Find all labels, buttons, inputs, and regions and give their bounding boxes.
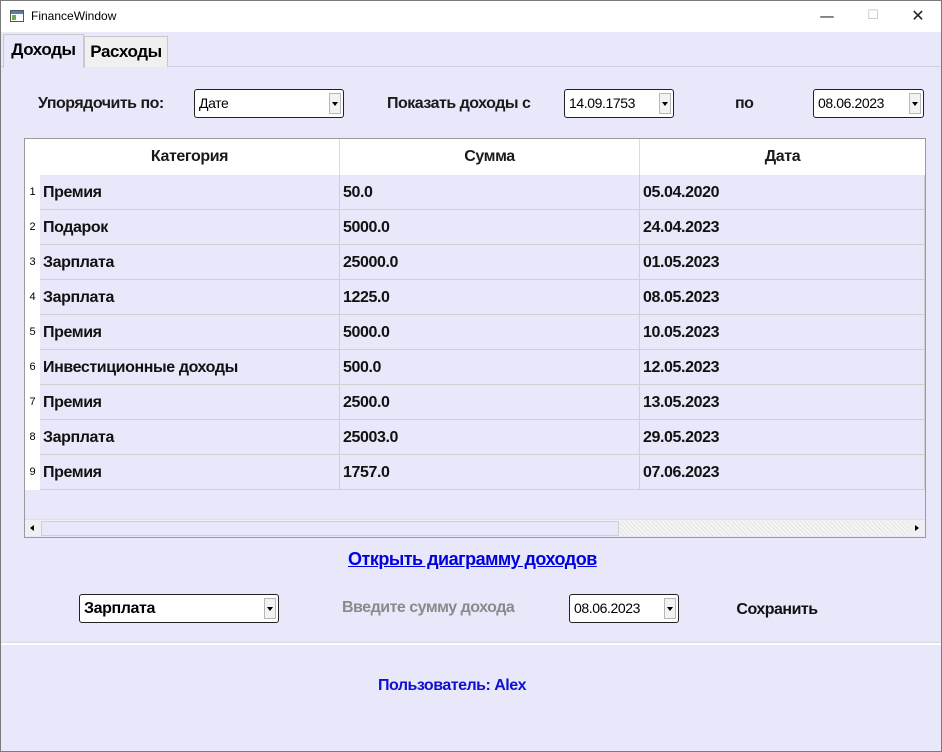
cell-date[interactable]: 24.04.2023 [640,210,925,245]
income-table[interactable]: Категория Сумма Дата 1 Премия 50.0 05.04… [24,138,926,538]
cell-category[interactable]: Зарплата [40,420,340,455]
category-select-value: Зарплата [84,600,155,617]
table-row[interactable]: 8 Зарплата 25003.0 29.05.2023 [25,420,925,455]
chevron-down-icon [659,93,671,114]
cell-amount[interactable]: 50.0 [340,175,640,210]
save-button[interactable]: Сохранить [729,597,825,623]
cell-category[interactable]: Инвестиционные доходы [40,350,340,385]
chevron-down-icon [664,598,676,619]
cell-category[interactable]: Премия [40,315,340,350]
sort-label: Упорядочить по: [38,95,164,112]
column-header-date[interactable]: Дата [640,139,925,175]
cell-date[interactable]: 01.05.2023 [640,245,925,280]
chevron-down-icon [909,93,921,114]
horizontal-scrollbar[interactable] [25,519,925,536]
row-number: 2 [25,210,40,245]
scrollbar-thumb[interactable] [41,521,619,536]
table-row[interactable]: 9 Премия 1757.0 07.06.2023 [25,455,925,490]
cell-category[interactable]: Подарок [40,210,340,245]
table-header: Категория Сумма Дата [40,139,925,175]
row-number: 5 [25,315,40,350]
cell-date[interactable]: 13.05.2023 [640,385,925,420]
table-corner [25,139,40,175]
date-to-picker[interactable]: 08.06.2023 [813,89,924,118]
open-income-chart-link[interactable]: Открыть диаграмму доходов [348,549,597,570]
cell-amount[interactable]: 1757.0 [340,455,640,490]
cell-amount[interactable]: 5000.0 [340,210,640,245]
cell-category[interactable]: Премия [40,385,340,420]
cell-amount[interactable]: 1225.0 [340,280,640,315]
row-number: 3 [25,245,40,280]
scrollbar-track[interactable] [619,521,909,536]
cell-category[interactable]: Премия [40,175,340,210]
row-number: 6 [25,350,40,385]
table-row[interactable]: 6 Инвестиционные доходы 500.0 12.05.2023 [25,350,925,385]
cell-date[interactable]: 10.05.2023 [640,315,925,350]
row-number: 7 [25,385,40,420]
app-window-icon [10,10,24,22]
row-number: 8 [25,420,40,455]
cell-date[interactable]: 12.05.2023 [640,350,925,385]
column-header-category[interactable]: Категория [40,139,340,175]
cell-amount[interactable]: 500.0 [340,350,640,385]
table-row[interactable]: 5 Премия 5000.0 10.05.2023 [25,315,925,350]
category-select[interactable]: Зарплата [79,594,279,623]
cell-date[interactable]: 05.04.2020 [640,175,925,210]
scroll-left-icon[interactable] [25,520,41,537]
current-user-label: Пользователь: Alex [378,677,527,694]
sort-select[interactable]: Дате [194,89,344,118]
finance-window: FinanceWindow — ☐ ✕ Доходы Расходы Упоря… [0,0,942,752]
cell-category[interactable]: Зарплата [40,245,340,280]
divider [1,642,941,645]
show-from-label: Показать доходы с [387,95,531,112]
minimize-button[interactable]: — [804,1,850,32]
cell-date[interactable]: 29.05.2023 [640,420,925,455]
window-title: FinanceWindow [31,9,117,23]
scroll-right-icon[interactable] [909,520,925,537]
to-label: по [735,95,754,112]
income-date-picker[interactable]: 08.06.2023 [569,594,679,623]
table-row[interactable]: 7 Премия 2500.0 13.05.2023 [25,385,925,420]
chevron-down-icon [329,93,341,114]
cell-amount[interactable]: 5000.0 [340,315,640,350]
chevron-down-icon [264,598,276,619]
amount-input[interactable]: Введите сумму дохода [342,599,515,617]
table-row[interactable]: 2 Подарок 5000.0 24.04.2023 [25,210,925,245]
sort-select-value: Дате [199,95,229,111]
tab-bar: Доходы Расходы [1,32,941,68]
maximize-button[interactable]: ☐ [850,1,896,32]
date-from-value: 14.09.1753 [569,95,636,111]
tab-expenses[interactable]: Расходы [84,36,168,67]
table-row[interactable]: 4 Зарплата 1225.0 08.05.2023 [25,280,925,315]
close-button[interactable]: ✕ [895,1,941,32]
row-number: 4 [25,280,40,315]
cell-date[interactable]: 08.05.2023 [640,280,925,315]
title-bar: FinanceWindow — ☐ ✕ [1,1,941,32]
cell-amount[interactable]: 2500.0 [340,385,640,420]
tab-income[interactable]: Доходы [3,34,84,68]
cell-category[interactable]: Премия [40,455,340,490]
date-from-picker[interactable]: 14.09.1753 [564,89,674,118]
cell-category[interactable]: Зарплата [40,280,340,315]
date-to-value: 08.06.2023 [818,95,885,111]
column-header-amount[interactable]: Сумма [340,139,640,175]
row-number: 9 [25,455,40,490]
cell-amount[interactable]: 25003.0 [340,420,640,455]
row-number: 1 [25,175,40,210]
income-date-value: 08.06.2023 [574,600,641,616]
cell-date[interactable]: 07.06.2023 [640,455,925,490]
table-row[interactable]: 3 Зарплата 25000.0 01.05.2023 [25,245,925,280]
table-row[interactable]: 1 Премия 50.0 05.04.2020 [25,175,925,210]
cell-amount[interactable]: 25000.0 [340,245,640,280]
